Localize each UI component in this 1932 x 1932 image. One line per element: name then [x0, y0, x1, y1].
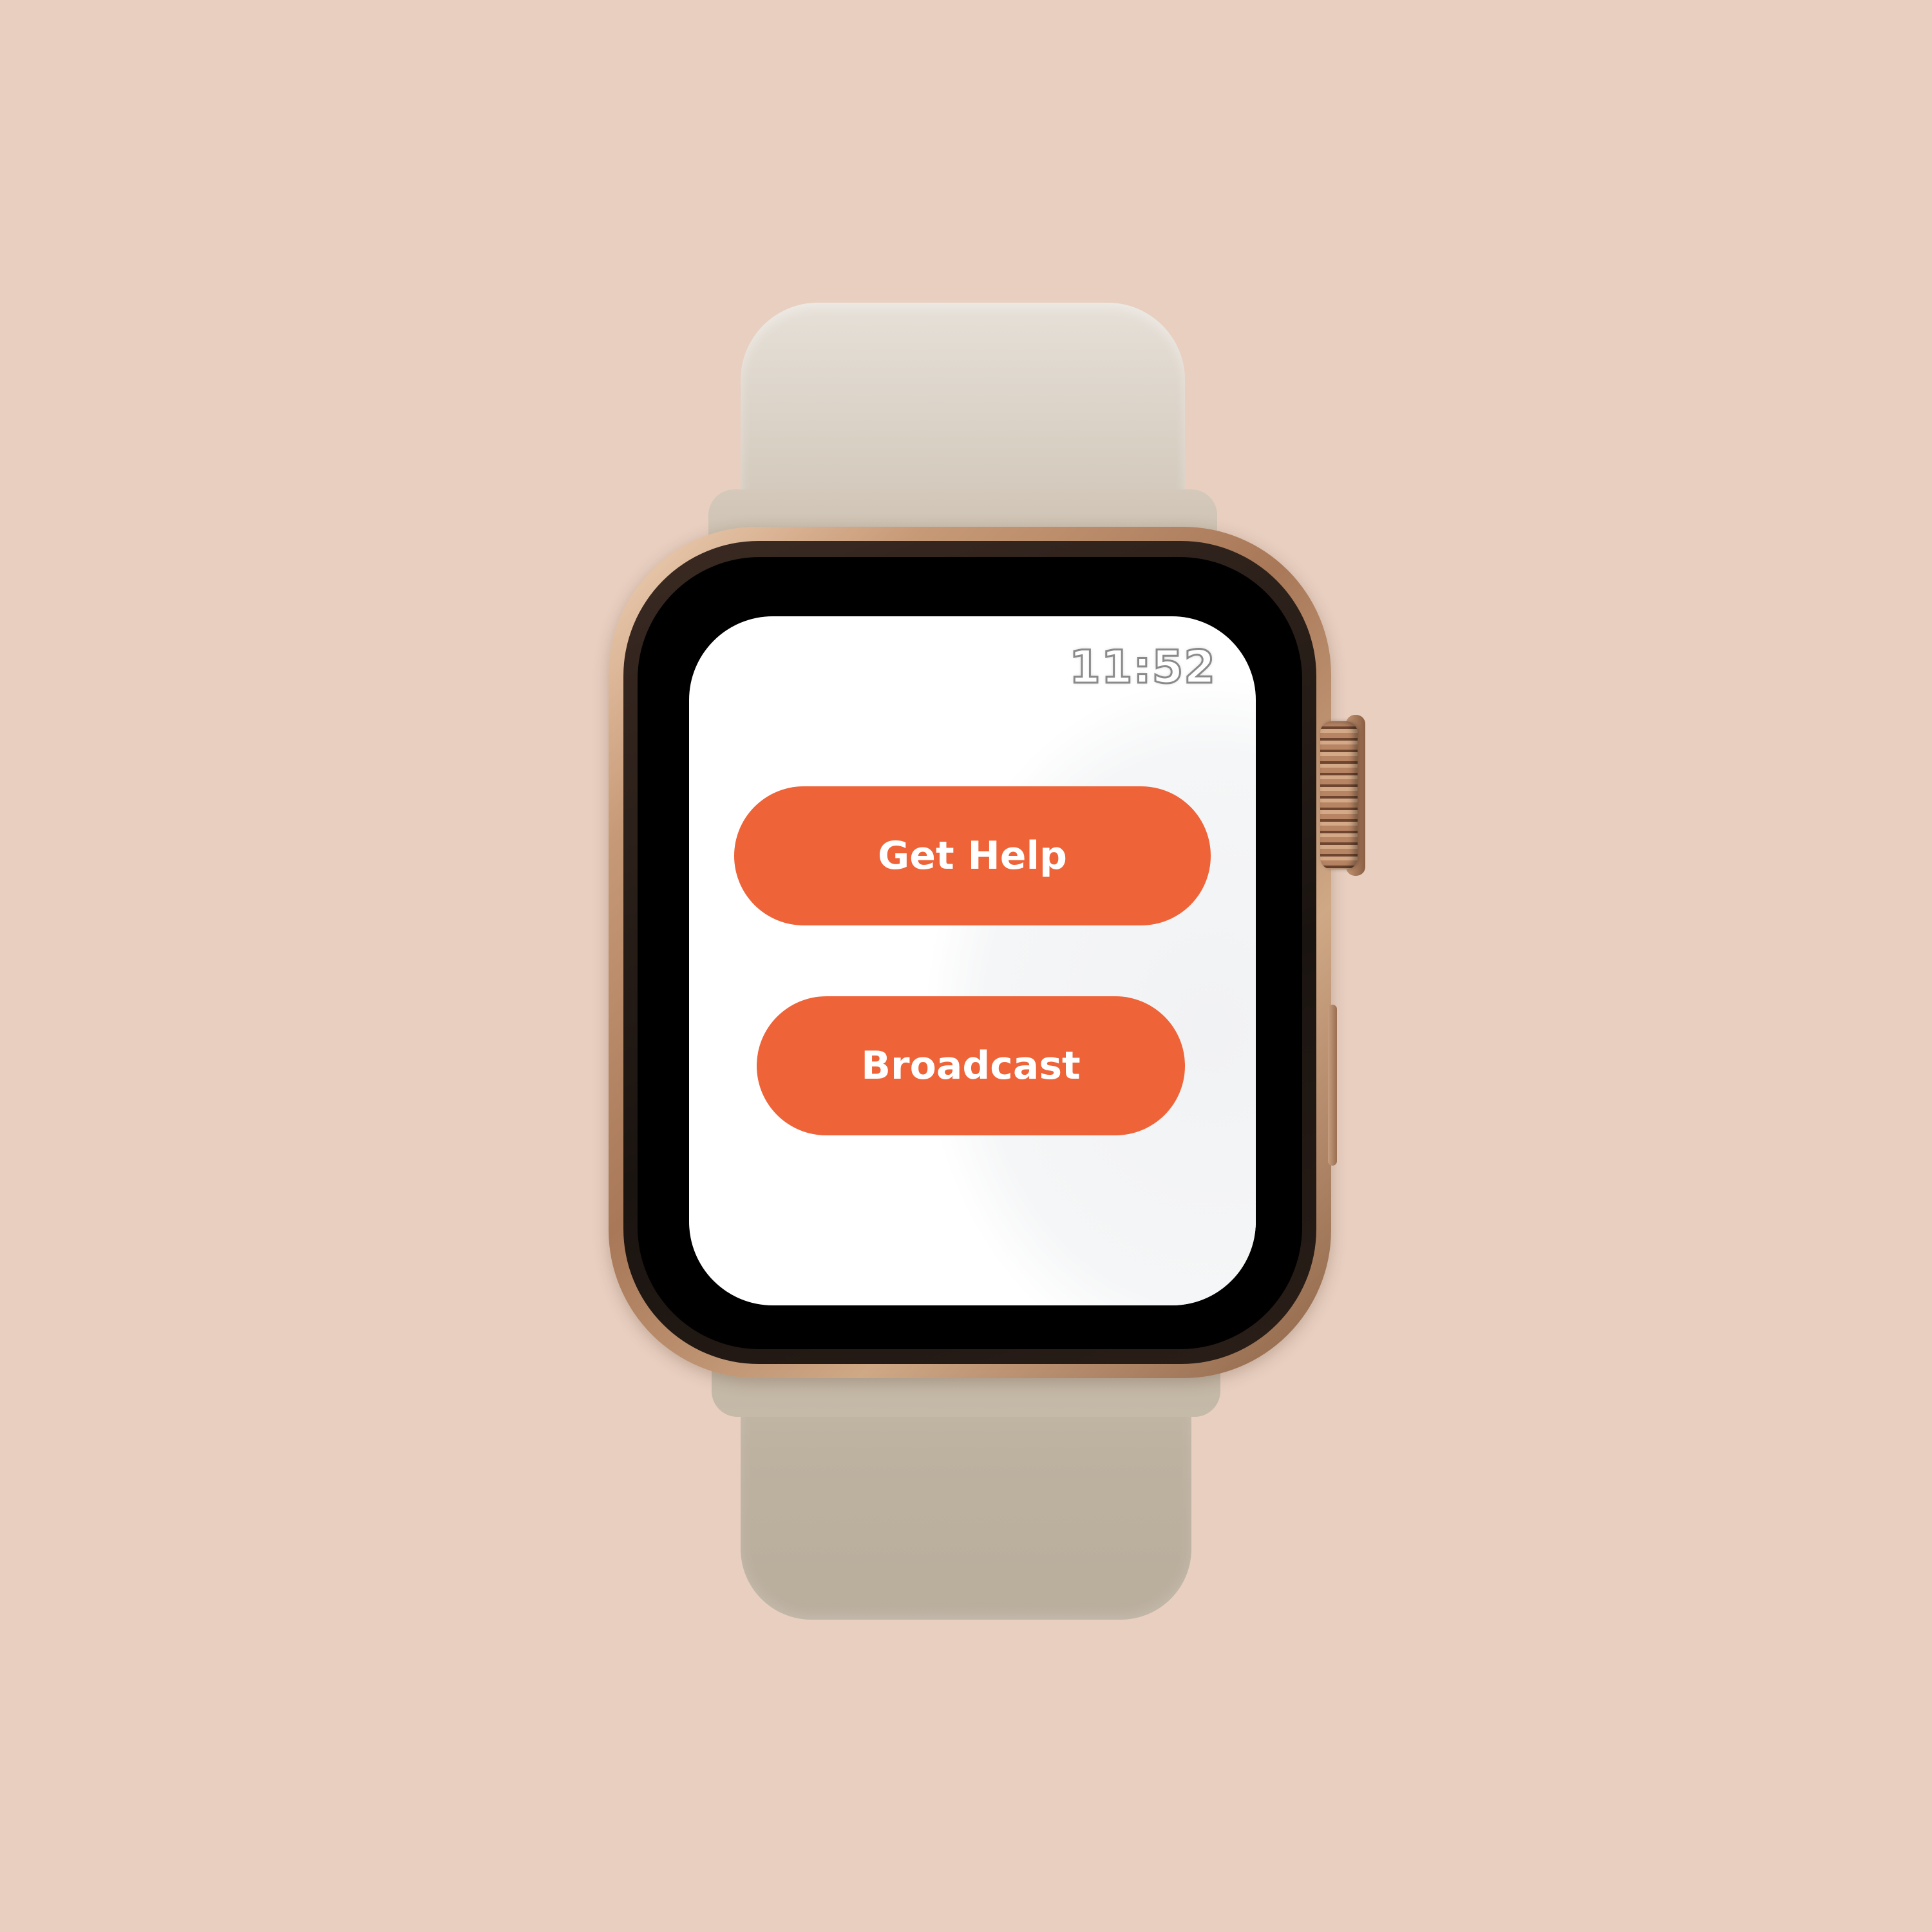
broadcast-button[interactable]: Broadcast — [757, 996, 1185, 1135]
get-help-button[interactable]: Get Help — [734, 786, 1211, 925]
side-button[interactable] — [1328, 1005, 1337, 1166]
status-time: 11:52 — [1068, 640, 1217, 695]
background: 11:52 Get Help Broadcast — [0, 0, 1932, 1932]
get-help-label: Get Help — [878, 833, 1067, 878]
broadcast-label: Broadcast — [861, 1043, 1081, 1088]
digital-crown[interactable] — [1320, 721, 1358, 869]
watch-screen: 11:52 Get Help Broadcast — [689, 616, 1256, 1305]
screen-background-shape — [921, 674, 1256, 1305]
